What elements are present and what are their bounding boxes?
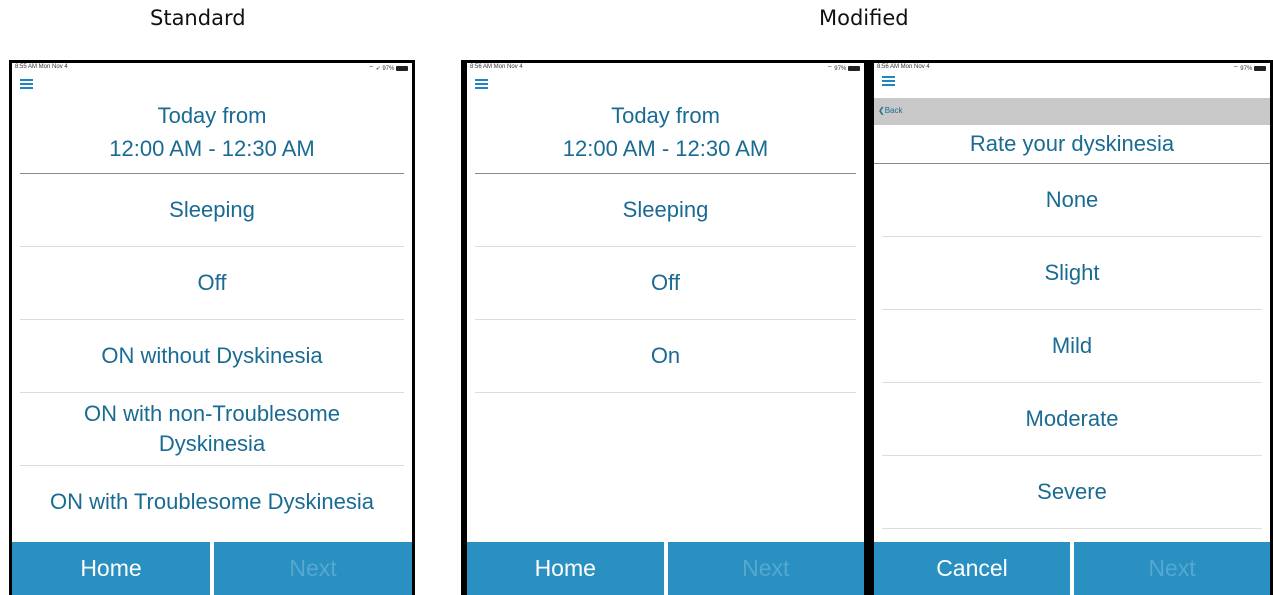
option-slight[interactable]: Slight xyxy=(882,237,1262,310)
screen-standard: 8:55 AM Mon Nov 4 ⌔ ➶ 97% Today from 12:… xyxy=(12,63,412,595)
status-time: 8:56 AM Mon Nov 4 xyxy=(470,64,523,70)
navigation-back-bar: ❮Back xyxy=(874,98,1270,125)
hamburger-menu-icon[interactable] xyxy=(882,76,895,87)
header-line1: Today from xyxy=(157,103,267,128)
hamburger-menu-icon[interactable] xyxy=(20,79,33,90)
status-indicators: ⌔ ➶ 97% xyxy=(368,64,408,72)
status-bar: 8:55 AM Mon Nov 4 ⌔ ➶ 97% xyxy=(12,63,412,73)
screen-modified-1: 8:56 AM Mon Nov 4 ⌔ 97% Today from 12:00… xyxy=(467,63,864,595)
option-sleeping[interactable]: Sleeping xyxy=(20,174,404,247)
battery-icon xyxy=(396,65,408,71)
device-standard: 8:55 AM Mon Nov 4 ⌔ ➶ 97% Today from 12:… xyxy=(9,60,415,595)
header-line2: 12:00 AM - 12:30 AM xyxy=(562,136,769,161)
hamburger-menu-icon[interactable] xyxy=(475,79,488,90)
page-title: Rate your dyskinesia xyxy=(874,125,1270,164)
time-header: Today from 12:00 AM - 12:30 AM xyxy=(475,99,856,174)
option-on-non-troublesome[interactable]: ON with non-Troublesome Dyskinesia xyxy=(20,393,404,466)
footer-bar: Home Next xyxy=(12,542,412,595)
cancel-button[interactable]: Cancel xyxy=(874,542,1070,595)
home-button[interactable]: Home xyxy=(12,542,210,595)
option-on-without-dyskinesia[interactable]: ON without Dyskinesia xyxy=(20,320,404,393)
caption-modified: Modified xyxy=(819,6,909,30)
header-line2: 12:00 AM - 12:30 AM xyxy=(109,136,315,161)
screen-modified-2: 8:56 AM Mon Nov 4 ⌔ 97% ❮Back Rate your … xyxy=(874,63,1270,595)
option-off[interactable]: Off xyxy=(475,247,856,320)
status-time: 8:55 AM Mon Nov 4 xyxy=(15,64,68,70)
footer-bar: Cancel Next xyxy=(874,542,1270,595)
status-time: 8:56 AM Mon Nov 4 xyxy=(877,64,930,70)
option-severe[interactable]: Severe xyxy=(882,456,1262,529)
back-button[interactable]: ❮Back xyxy=(878,106,903,115)
wifi-icon: ⌔ ➶ 97% xyxy=(368,66,395,72)
option-mild[interactable]: Mild xyxy=(882,310,1262,383)
status-bar: 8:56 AM Mon Nov 4 ⌔ 97% xyxy=(874,63,1270,73)
status-indicators: ⌔ 97% xyxy=(827,64,860,72)
header-line1: Today from xyxy=(611,103,720,128)
battery-icon xyxy=(848,65,860,71)
status-bar: 8:56 AM Mon Nov 4 ⌔ 97% xyxy=(467,63,864,73)
option-moderate[interactable]: Moderate xyxy=(882,383,1262,456)
next-button[interactable]: Next xyxy=(1074,542,1270,595)
option-sleeping[interactable]: Sleeping xyxy=(475,174,856,247)
option-none[interactable]: None xyxy=(882,164,1262,237)
footer-bar: Home Next xyxy=(467,542,864,595)
option-off[interactable]: Off xyxy=(20,247,404,320)
device-modified: 8:56 AM Mon Nov 4 ⌔ 97% Today from 12:00… xyxy=(461,60,1273,595)
chevron-left-icon: ❮ xyxy=(878,106,885,115)
next-button[interactable]: Next xyxy=(214,542,412,595)
time-header: Today from 12:00 AM - 12:30 AM xyxy=(20,99,404,174)
status-indicators: ⌔ 97% xyxy=(1233,64,1266,72)
back-label: Back xyxy=(884,106,903,115)
option-on[interactable]: On xyxy=(475,320,856,393)
wifi-icon: ⌔ 97% xyxy=(827,66,847,72)
option-on-troublesome[interactable]: ON with Troublesome Dyskinesia xyxy=(20,466,404,538)
caption-standard: Standard xyxy=(150,6,246,30)
battery-icon xyxy=(1254,65,1266,71)
next-button[interactable]: Next xyxy=(667,542,864,595)
home-button[interactable]: Home xyxy=(467,542,664,595)
wifi-icon: ⌔ 97% xyxy=(1233,66,1253,72)
